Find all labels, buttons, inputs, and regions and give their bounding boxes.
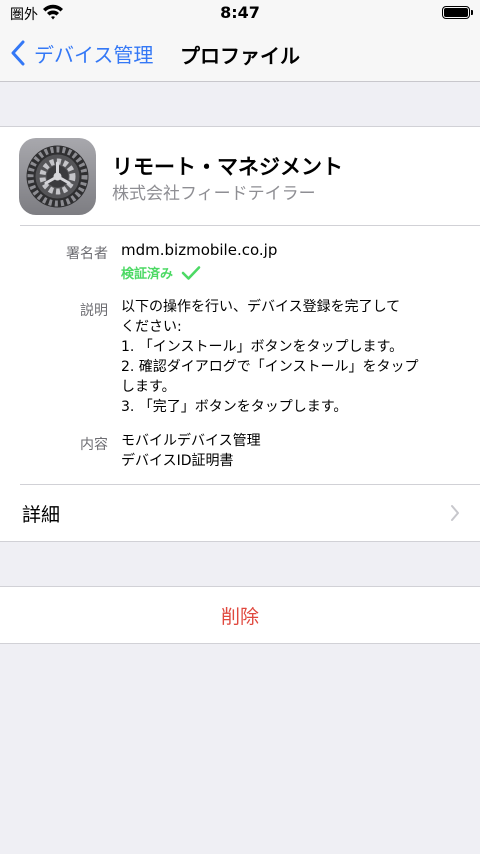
description-line: 以下の操作を行い、デバイス登録を完了して [121, 299, 401, 315]
delete-card: 削除 [0, 586, 480, 644]
contents-text: モバイルデバイス管理 デバイスID証明書 [121, 431, 261, 471]
settings-gear-icon [26, 145, 89, 208]
description-line: 2. 確認ダイアログで「インストール」をタップ [121, 359, 419, 375]
description-line: します。 [121, 379, 176, 395]
checkmark-icon [181, 265, 201, 280]
chevron-right-icon [451, 505, 459, 521]
description-line: 3. 「完了」ボタンをタップします。 [121, 399, 348, 415]
status-bar: 圏外 8:47 [0, 0, 480, 26]
verified-label: 検証済み [121, 267, 174, 282]
settings-app-icon [19, 138, 96, 215]
battery-icon [442, 6, 473, 19]
profile-card: リモート・マネジメント 株式会社フィードテイラー 署名者 mdm.bizmobi… [0, 126, 480, 542]
contents-line: モバイルデバイス管理 [121, 433, 261, 449]
delete-label: 削除 [220, 605, 259, 628]
page-title: プロファイル [180, 44, 300, 68]
signer-value: mdm.bizmobile.co.jp [121, 241, 278, 259]
details-row[interactable]: 詳細 [0, 485, 480, 542]
contents-line: デバイスID証明書 [121, 453, 234, 469]
chevron-left-icon [11, 40, 25, 66]
description-text: 以下の操作を行い、デバイス登録を完了して ください: 1. 「インストール」ボタ… [121, 297, 419, 417]
signer-label: 署名者 [66, 246, 108, 262]
navigation-bar: デバイス管理 プロファイル [0, 26, 480, 82]
delete-profile-button[interactable]: 削除 [0, 587, 480, 643]
contents-label: 内容 [80, 437, 108, 453]
description-line: 1. 「インストール」ボタンをタップします。 [121, 339, 404, 355]
description-label: 説明 [80, 303, 108, 319]
back-button[interactable]: デバイス管理 [10, 38, 153, 68]
divider [20, 225, 480, 226]
verified-badge: 検証済み [121, 263, 201, 282]
description-line: ください: [121, 319, 182, 335]
profile-name: リモート・マネジメント [112, 155, 343, 179]
clock: 8:47 [220, 3, 260, 22]
back-button-label: デバイス管理 [34, 42, 154, 67]
details-label: 詳細 [22, 504, 61, 526]
profile-organization: 株式会社フィードテイラー [112, 184, 316, 204]
